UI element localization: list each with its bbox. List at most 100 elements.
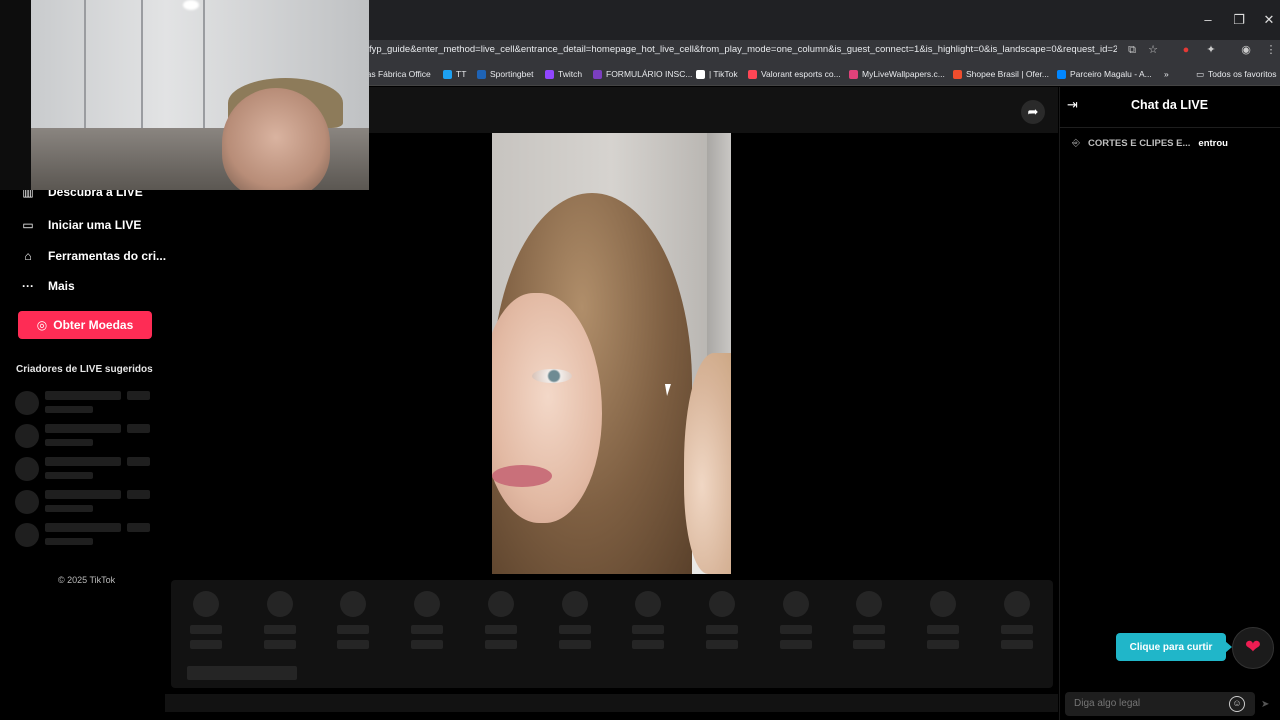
gift-skeleton-bar <box>927 625 959 634</box>
bookmark-favicon-icon <box>696 69 705 79</box>
live-video[interactable] <box>492 133 731 574</box>
sidebar-item[interactable]: ▭ Iniciar uma LIVE <box>20 217 141 233</box>
bookmark-label: | TikTok <box>709 69 738 79</box>
skeleton-bar <box>45 439 93 446</box>
gift-skeleton-bar <box>853 640 886 649</box>
skeleton-avatar <box>15 457 39 481</box>
chat-message: ⎆ CORTES E CLIPES E... entrou <box>1072 138 1228 149</box>
more-icon: ··· <box>22 279 34 293</box>
close-window-button[interactable]: ✕ <box>1259 10 1279 30</box>
sidebar-item-label: Mais <box>48 279 75 293</box>
bookmarks-overflow-button[interactable]: » <box>1164 68 1169 80</box>
extension-record-icon[interactable]: ● <box>1178 42 1194 58</box>
url-field[interactable]: fyp_guide&enter_method=live_cell&entranc… <box>369 44 1117 56</box>
extensions-icon[interactable]: ✦ <box>1203 42 1219 58</box>
sidebar-item[interactable]: ⌂ Ferramentas do cri... <box>20 248 166 264</box>
webcam-overlay <box>0 0 369 190</box>
skeleton-bar <box>45 472 93 479</box>
gift-skeleton-icon <box>635 591 662 617</box>
bookmark-label: Sportingbet <box>490 69 534 79</box>
bookmark-item[interactable]: FORMULÁRIO INSC... <box>593 68 692 80</box>
profile-avatar-icon[interactable]: ◉ <box>1238 42 1254 58</box>
chat-divider <box>1059 127 1280 128</box>
skeleton-avatar <box>15 424 39 448</box>
bookmark-item[interactable]: Sportingbet <box>477 68 533 80</box>
gift-skeleton-bar <box>484 640 517 649</box>
chat-username[interactable]: CORTES E CLIPES E... <box>1088 138 1190 149</box>
gift-skeleton-icon <box>708 591 735 617</box>
chat-action: entrou <box>1198 138 1228 149</box>
gift-skeleton-bar <box>927 640 959 649</box>
like-prompt[interactable]: Clique para curtir <box>1116 633 1232 661</box>
gift-skeleton-icon <box>1003 591 1030 617</box>
bookmark-item[interactable]: ulas Fábrica Office <box>360 68 431 80</box>
bookmark-favicon-icon <box>477 69 486 79</box>
skeleton-bar <box>45 406 93 413</box>
folder-icon: ▭ <box>1196 69 1205 79</box>
skeleton-bar <box>127 457 150 466</box>
bookmark-favicon-icon <box>593 69 602 79</box>
skeleton-bar <box>127 490 150 499</box>
bookmark-item[interactable]: Valorant esports co... <box>748 68 841 80</box>
gift-skeleton-bar <box>190 625 222 634</box>
bookmark-label: MyLiveWallpapers.c... <box>862 69 945 79</box>
sidebar-item[interactable]: ··· Mais <box>20 278 75 294</box>
video-camera-icon: ▭ <box>22 218 34 232</box>
chat-title: Chat da LIVE <box>1130 98 1209 112</box>
bookmark-label: Twitch <box>558 69 583 79</box>
skeleton-bar <box>127 523 150 532</box>
skeleton-bar <box>45 424 121 433</box>
bookmark-item[interactable]: Twitch <box>545 68 582 80</box>
gift-panel <box>171 580 1053 688</box>
gift-skeleton-bar <box>263 625 296 634</box>
gift-skeleton-bar <box>263 640 296 649</box>
skeleton-bar <box>45 490 121 499</box>
coin-icon: ◎ <box>36 318 48 332</box>
gift-skeleton-bar <box>853 625 886 634</box>
bookmark-item[interactable]: Parceiro Magalu - A... <box>1057 68 1152 80</box>
gift-skeleton-bar <box>705 625 738 634</box>
creator-tools-icon: ⌂ <box>24 249 32 263</box>
skeleton-avatar <box>15 523 39 547</box>
browser-menu-icon[interactable]: ⋮ <box>1263 42 1279 58</box>
gift-skeleton-bar <box>558 640 591 649</box>
gift-skeleton-bar <box>779 625 812 634</box>
bookmark-label: ulas Fábrica Office <box>360 69 431 79</box>
bookmark-item[interactable]: MyLiveWallpapers.c... <box>849 68 945 80</box>
bookmark-item[interactable]: | TikTok <box>696 68 738 80</box>
emoji-icon[interactable]: ☺ <box>1229 696 1245 712</box>
chat-input[interactable] <box>1065 692 1255 716</box>
bookmark-favicon-icon <box>443 69 452 79</box>
star-icon[interactable]: ☆ <box>1145 42 1161 58</box>
gift-skeleton-bar <box>411 625 444 634</box>
bookmark-favicon-icon <box>545 69 554 79</box>
join-icon: ⎆ <box>1072 138 1080 149</box>
bookmark-favicon-icon <box>1057 69 1066 79</box>
restore-button[interactable]: ❐ <box>1229 10 1249 30</box>
minimize-button[interactable]: – <box>1198 10 1218 30</box>
get-coins-button[interactable]: ◎ Obter Moedas <box>18 311 152 339</box>
all-favorites-folder[interactable]: ▭ Todos os favoritos <box>1196 68 1277 80</box>
gift-skeleton-icon <box>266 591 293 617</box>
bookmark-item[interactable]: TT <box>443 68 466 80</box>
bookmark-favicon-icon <box>849 69 858 79</box>
translate-icon[interactable]: ⧉ <box>1124 42 1140 58</box>
gift-skeleton-icon <box>193 591 219 617</box>
skeleton-bar <box>45 523 121 532</box>
gift-skeleton-bar <box>484 625 517 634</box>
gift-skeleton-icon <box>414 591 441 617</box>
skeleton-bar <box>127 424 150 433</box>
like-heart-button[interactable]: ❤ <box>1232 627 1274 669</box>
gift-skeleton-icon <box>487 591 514 617</box>
gift-skeleton-bar <box>632 625 665 634</box>
bookmark-label: Parceiro Magalu - A... <box>1070 69 1152 79</box>
bookmark-item[interactable]: Shopee Brasil | Ofer... <box>953 68 1049 80</box>
gift-skeleton-bar <box>337 640 370 649</box>
get-coins-label: Obter Moedas <box>53 318 134 332</box>
share-button[interactable]: ➦ <box>1021 100 1045 124</box>
copyright: © 2025 TikTok <box>58 575 116 585</box>
all-favorites-label: Todos os favoritos <box>1208 69 1277 79</box>
bookmark-label: FORMULÁRIO INSC... <box>606 69 693 79</box>
gift-skeleton-bar <box>1000 625 1033 634</box>
send-icon[interactable]: ➤ <box>1261 699 1269 710</box>
